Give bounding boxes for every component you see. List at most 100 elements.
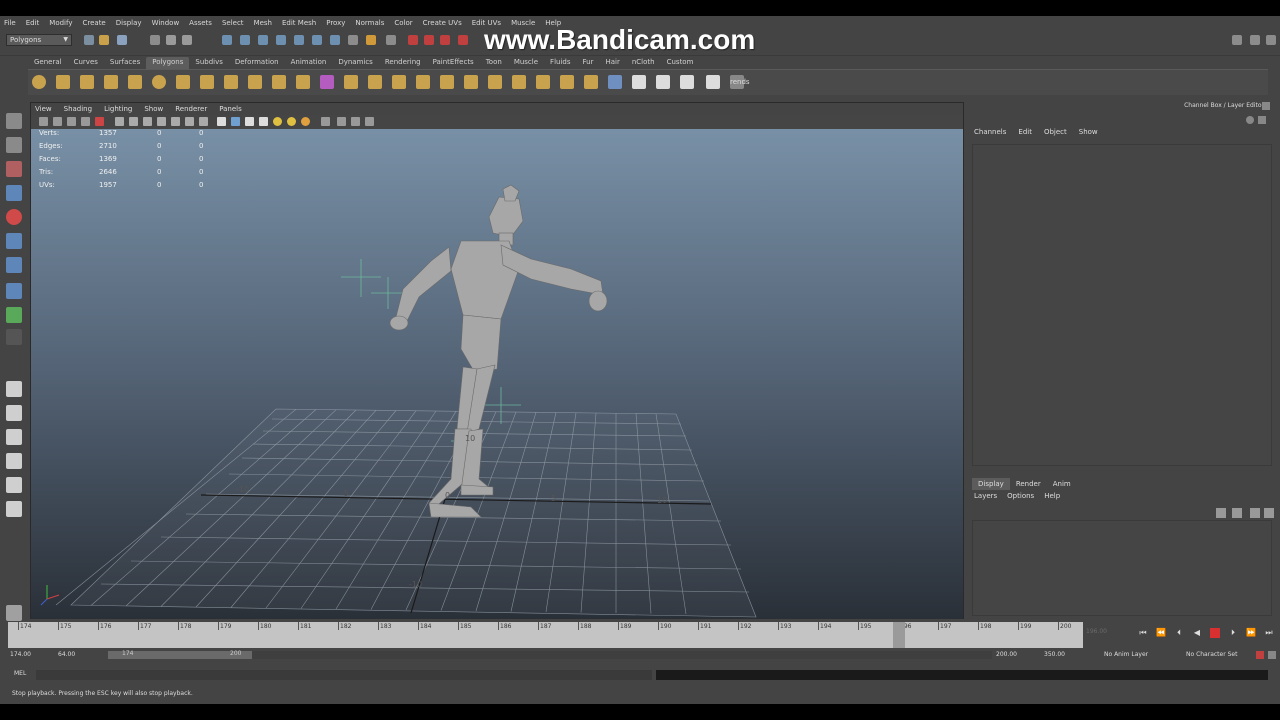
- shelf-tab-fluids[interactable]: Fluids: [544, 57, 576, 69]
- gate-mask-icon[interactable]: [157, 117, 166, 126]
- render-settings-icon[interactable]: [408, 35, 418, 45]
- poly-torus-icon[interactable]: [152, 75, 166, 89]
- stop-playback-icon[interactable]: [1210, 628, 1220, 638]
- save-scene-icon[interactable]: [117, 35, 127, 45]
- persp-outliner-icon[interactable]: [6, 477, 22, 493]
- textured-icon[interactable]: [259, 117, 268, 126]
- wireframe-on-shaded-icon[interactable]: [245, 117, 254, 126]
- layer-tab-render[interactable]: Render: [1010, 478, 1047, 490]
- shelf-tab-subdivs[interactable]: Subdivs: [189, 57, 229, 69]
- snap-point-icon[interactable]: [258, 35, 268, 45]
- vp-menu-show[interactable]: Show: [144, 105, 163, 113]
- vp-menu-shading[interactable]: Shading: [64, 105, 92, 113]
- separate-icon[interactable]: [296, 75, 310, 89]
- menu-file[interactable]: File: [4, 19, 16, 27]
- poly-sphere-icon[interactable]: [32, 75, 46, 89]
- lock-icon[interactable]: [1246, 116, 1254, 124]
- lasso-tool-icon[interactable]: [6, 137, 22, 153]
- make-live-icon[interactable]: [294, 35, 304, 45]
- merge-icon[interactable]: [536, 75, 550, 89]
- shelf-tab-dynamics[interactable]: Dynamics: [332, 57, 379, 69]
- select-object-icon[interactable]: [166, 35, 176, 45]
- film-gate-icon[interactable]: [129, 117, 138, 126]
- construction-icon[interactable]: [330, 35, 340, 45]
- poly-pyramid-icon[interactable]: [200, 75, 214, 89]
- show-manip-icon[interactable]: [6, 307, 22, 323]
- layer-tab-display[interactable]: Display: [972, 478, 1010, 490]
- move-tool-icon[interactable]: [6, 185, 22, 201]
- cb-menu-object[interactable]: Object: [1044, 128, 1067, 136]
- anim-start-field[interactable]: 174.00: [10, 650, 31, 660]
- use-lights-icon[interactable]: [273, 117, 282, 126]
- input-ops-icon[interactable]: [348, 35, 358, 45]
- range-slider[interactable]: 174 200: [108, 650, 252, 659]
- vp-menu-view[interactable]: View: [35, 105, 52, 113]
- menu-proxy[interactable]: Proxy: [326, 19, 345, 27]
- layer-move-down-icon[interactable]: [1264, 508, 1274, 518]
- history-icon[interactable]: [312, 35, 322, 45]
- menu-select[interactable]: Select: [222, 19, 244, 27]
- character-set-selector[interactable]: No Character Set: [1186, 650, 1237, 660]
- shelf-tab-curves[interactable]: Curves: [68, 57, 104, 69]
- soft-mod-icon[interactable]: [6, 283, 22, 299]
- grid-toggle-icon[interactable]: [115, 117, 124, 126]
- safe-title-icon[interactable]: [199, 117, 208, 126]
- select-hierarchy-icon[interactable]: [150, 35, 160, 45]
- auto-key-icon[interactable]: [1256, 651, 1264, 659]
- camera-attr-icon[interactable]: [53, 117, 62, 126]
- split-polygon-icon[interactable]: [440, 75, 454, 89]
- step-forward-key-icon[interactable]: ⏩: [1246, 628, 1256, 638]
- persp-graph-icon[interactable]: [6, 453, 22, 469]
- shelf-tab-hair[interactable]: Hair: [599, 57, 625, 69]
- new-scene-icon[interactable]: [84, 35, 94, 45]
- bridge-icon[interactable]: [368, 75, 382, 89]
- combine-icon[interactable]: [272, 75, 286, 89]
- bevel-icon[interactable]: [512, 75, 526, 89]
- anim-end-field[interactable]: 350.00: [1044, 650, 1065, 660]
- menu-normals[interactable]: Normals: [355, 19, 384, 27]
- shelf-tab-ncloth[interactable]: nCloth: [626, 57, 661, 69]
- poly-cylinder-icon[interactable]: [80, 75, 94, 89]
- shelf-tab-surfaces[interactable]: Surfaces: [104, 57, 146, 69]
- open-scene-icon[interactable]: [99, 35, 109, 45]
- vp-menu-panels[interactable]: Panels: [219, 105, 242, 113]
- sphere-snap-icon[interactable]: [6, 605, 22, 621]
- select-tool-icon[interactable]: [6, 113, 22, 129]
- rotate-tool-icon[interactable]: [6, 209, 22, 225]
- render-frame-icon[interactable]: [366, 35, 376, 45]
- single-pane-icon[interactable]: [6, 381, 22, 397]
- vp-menu-renderer[interactable]: Renderer: [175, 105, 207, 113]
- 3d-scene-view[interactable]: Verts: 1357 0 0 Edges: 2710 0 0 Faces: 1…: [31, 129, 963, 619]
- smooth-shade-icon[interactable]: [231, 117, 240, 126]
- bookmark-icon[interactable]: [67, 117, 76, 126]
- toggle-channel-box-icon[interactable]: [1266, 35, 1276, 45]
- cb-menu-show[interactable]: Show: [1079, 128, 1098, 136]
- field-chart-icon[interactable]: [171, 117, 180, 126]
- scale-tool-icon[interactable]: [6, 233, 22, 249]
- high-quality-icon[interactable]: [301, 117, 310, 126]
- isolate-select-icon[interactable]: [321, 117, 330, 126]
- hypershade-layout-icon[interactable]: [6, 501, 22, 517]
- layer-menu-layers[interactable]: Layers: [974, 492, 997, 500]
- layer-menu-help[interactable]: Help: [1044, 492, 1060, 500]
- play-backwards-icon[interactable]: ◀: [1192, 628, 1202, 638]
- menu-mesh[interactable]: Mesh: [254, 19, 272, 27]
- menu-create-uvs[interactable]: Create UVs: [423, 19, 462, 27]
- step-back-key-icon[interactable]: ⏪: [1156, 628, 1166, 638]
- shelf-tab-toon[interactable]: Toon: [480, 57, 508, 69]
- shelf-tab-polygons[interactable]: Polygons: [146, 57, 190, 69]
- render-view-icon[interactable]: [440, 35, 450, 45]
- universal-manip-icon[interactable]: [6, 257, 22, 273]
- shadows-icon[interactable]: [287, 117, 296, 126]
- resolution-gate-icon[interactable]: [143, 117, 152, 126]
- snap-curve-icon[interactable]: [240, 35, 250, 45]
- render-icon[interactable]: [680, 75, 694, 89]
- extrude-icon[interactable]: [344, 75, 358, 89]
- layer-new-empty-icon[interactable]: [1216, 508, 1226, 518]
- search-icon[interactable]: [1258, 116, 1266, 124]
- backface-icon[interactable]: [365, 117, 374, 126]
- fill-hole-icon[interactable]: [416, 75, 430, 89]
- append-icon[interactable]: [392, 75, 406, 89]
- menu-window[interactable]: Window: [152, 19, 180, 27]
- texture-icon[interactable]: [656, 75, 670, 89]
